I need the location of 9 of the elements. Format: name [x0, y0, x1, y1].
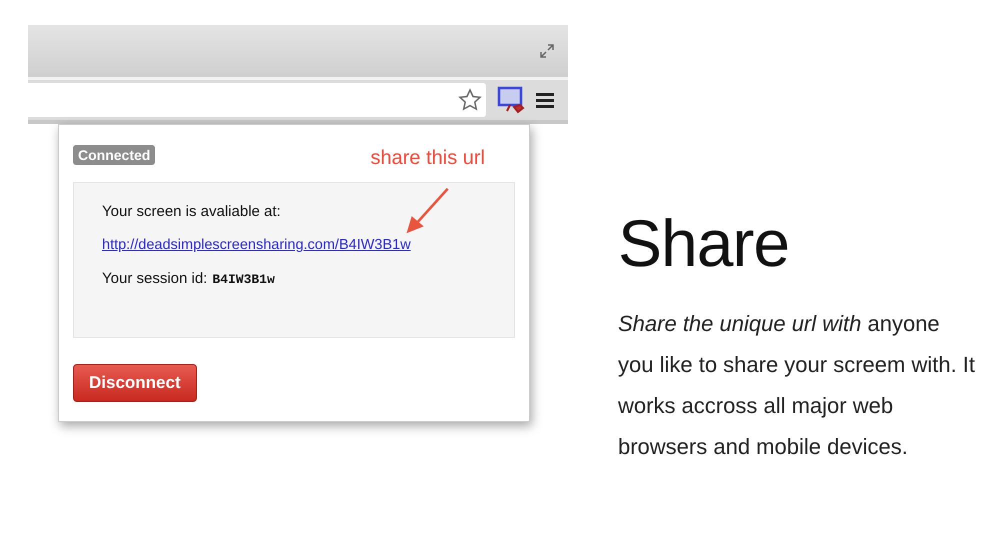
share-link[interactable]: http://deadsimplescreensharing.com/B4IW3B1w: [102, 237, 486, 253]
feature-title: Share: [618, 205, 790, 281]
disconnect-button[interactable]: Disconnect: [73, 364, 197, 402]
intro-text: Your screen is avaliable at:: [102, 203, 282, 220]
session-label: Your session id:: [102, 270, 208, 287]
status-badge: Connected: [73, 144, 156, 164]
session-id: B4IW3B1w: [212, 272, 275, 287]
feature-description: Share the unique url with anyone you like to share your screem with. It works accross all major web browsers and mobile devices.: [618, 310, 976, 461]
annotation-label: share this url: [370, 147, 485, 170]
